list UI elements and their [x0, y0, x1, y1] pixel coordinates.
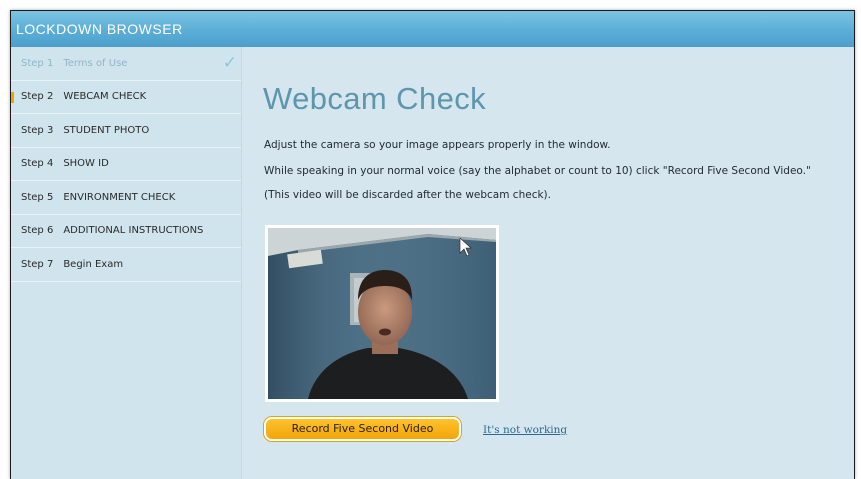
- step-item-webcam-check[interactable]: Step 2 WEBCAM CHECK: [11, 81, 241, 114]
- step-item-student-photo[interactable]: Step 3 STUDENT PHOTO: [11, 114, 241, 148]
- step-label: STUDENT PHOTO: [63, 124, 150, 136]
- steps-sidebar: Step 1 Terms of Use ✓ Step 2 WEBCAM CHEC…: [11, 47, 242, 479]
- instruction-line-3: (This video will be discarded after the …: [264, 189, 551, 201]
- step-label: Begin Exam: [63, 258, 124, 270]
- step-number: Step 3: [21, 124, 54, 136]
- step-item-environment-check[interactable]: Step 5 ENVIRONMENT CHECK: [11, 181, 241, 215]
- check-icon: ✓: [222, 53, 237, 73]
- step-item-show-id[interactable]: Step 4 SHOW ID: [11, 148, 241, 181]
- step-label: WEBCAM CHECK: [63, 91, 147, 103]
- step-label: ENVIRONMENT CHECK: [63, 191, 176, 203]
- step-number: Step 5: [21, 191, 54, 203]
- lockdown-browser-window: LOCKDOWN BROWSER Step 1 Terms of Use ✓ S…: [10, 10, 855, 479]
- step-number: Step 1: [21, 57, 54, 69]
- page-title: Webcam Check: [263, 81, 487, 116]
- instruction-line-2: While speaking in your normal voice (say…: [264, 165, 811, 177]
- step-label: ADDITIONAL INSTRUCTIONS: [63, 225, 204, 237]
- main-content: Webcam Check Adjust the camera so your i…: [243, 47, 854, 479]
- step-item-additional-instructions[interactable]: Step 6 ADDITIONAL INSTRUCTIONS: [11, 215, 241, 248]
- record-five-second-video-button[interactable]: Record Five Second Video: [264, 417, 461, 441]
- step-number: Step 4: [21, 158, 54, 170]
- step-label: SHOW ID: [63, 158, 109, 170]
- its-not-working-link[interactable]: It's not working: [483, 424, 567, 436]
- step-number: Step 2: [21, 91, 54, 103]
- step-item-begin-exam[interactable]: Step 7 Begin Exam: [11, 248, 241, 282]
- step-label: Terms of Use: [63, 57, 128, 69]
- step-number: Step 6: [21, 225, 54, 237]
- webcam-preview: [265, 225, 499, 402]
- instruction-line-1: Adjust the camera so your image appears …: [264, 139, 611, 151]
- app-title: LOCKDOWN BROWSER: [16, 21, 183, 37]
- webcam-video-frame: [268, 228, 496, 399]
- app-title-bar: LOCKDOWN BROWSER: [11, 11, 854, 47]
- step-number: Step 7: [21, 258, 54, 270]
- step-item-terms-of-use[interactable]: Step 1 Terms of Use ✓: [11, 47, 241, 81]
